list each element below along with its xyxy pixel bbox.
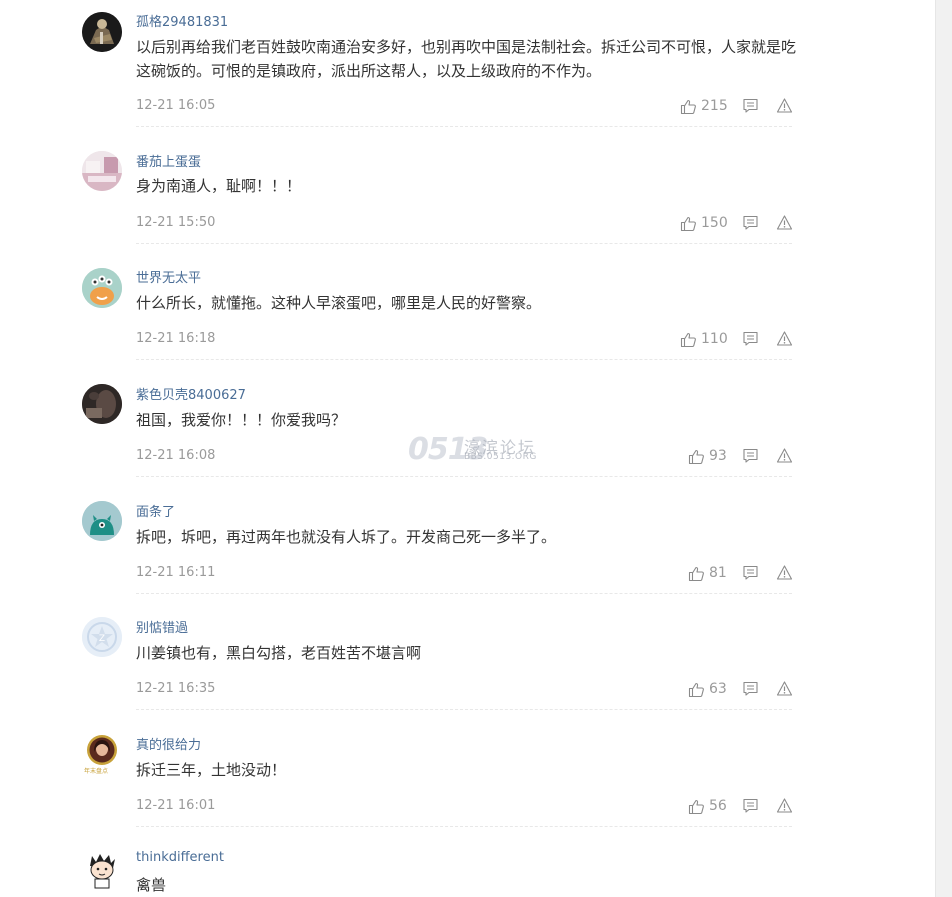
avatar[interactable] xyxy=(82,268,122,308)
reply-icon[interactable] xyxy=(742,97,759,114)
comment-username[interactable]: 世界无太平 xyxy=(136,267,201,286)
avatar-badge-label: 年末盘点 xyxy=(84,768,109,775)
green-monster-avatar-icon xyxy=(82,501,122,541)
like-count: 63 xyxy=(709,681,727,697)
comment-username[interactable]: 孤格29481831 xyxy=(136,11,228,30)
reply-icon[interactable] xyxy=(742,564,759,581)
comment-divider xyxy=(136,709,792,710)
comment-text: 禽兽 xyxy=(136,876,167,894)
comment-divider xyxy=(136,826,792,827)
thumbs-up-icon xyxy=(688,682,704,697)
comment-text: 拆迁三年，土地没动！ xyxy=(136,761,287,779)
comment-divider xyxy=(136,126,792,127)
like-button[interactable]: 63 xyxy=(688,679,727,699)
comment-time: 12-21 16:08 xyxy=(136,448,216,463)
report-icon[interactable] xyxy=(776,447,793,464)
comment-actions: 81 xyxy=(676,563,796,583)
site-watermark: 0513 濠滨论坛 BBS.0513.ORG xyxy=(408,432,568,468)
comment-username[interactable]: 别惦错過 xyxy=(136,617,188,636)
avatar[interactable] xyxy=(82,850,122,890)
thumbs-up-icon xyxy=(680,332,696,347)
vertical-scrollbar[interactable] xyxy=(935,0,952,897)
reply-icon[interactable] xyxy=(742,680,759,697)
comment-time: 12-21 16:05 xyxy=(136,98,216,113)
avatar[interactable]: Z xyxy=(82,617,122,657)
thumbs-up-icon xyxy=(688,799,704,814)
like-count: 150 xyxy=(701,215,728,231)
like-count: 81 xyxy=(709,565,727,581)
thumbs-up-icon xyxy=(688,449,704,464)
comment-text: 身为南通人，耻啊！！！ xyxy=(136,177,302,195)
report-icon[interactable] xyxy=(776,680,793,697)
like-count: 93 xyxy=(709,448,727,464)
comment-username[interactable]: 真的很给力 xyxy=(136,734,201,753)
comment-username[interactable]: 面条了 xyxy=(136,501,175,520)
comment-time: 12-21 16:01 xyxy=(136,798,216,813)
comment-time: 12-21 16:18 xyxy=(136,331,216,346)
cartoon-alien-avatar-icon xyxy=(82,268,122,308)
reply-icon[interactable] xyxy=(742,447,759,464)
like-button[interactable]: 93 xyxy=(688,446,727,466)
avatar[interactable] xyxy=(82,151,122,191)
thumbs-up-icon xyxy=(688,566,704,581)
comment-username[interactable]: 番茄上蛋蛋 xyxy=(136,151,201,170)
comment-divider xyxy=(136,476,792,477)
like-button[interactable]: 81 xyxy=(688,563,727,583)
bedroom-photo-avatar-icon xyxy=(82,151,122,191)
like-count: 56 xyxy=(709,798,727,814)
comment-actions: 150 xyxy=(676,213,796,233)
like-button[interactable]: 110 xyxy=(680,329,728,349)
watermark-logo: 0513 xyxy=(408,432,488,467)
report-icon[interactable] xyxy=(776,214,793,231)
comment-time: 12-21 15:50 xyxy=(136,215,216,230)
report-icon[interactable] xyxy=(776,564,793,581)
reply-icon[interactable] xyxy=(742,330,759,347)
avatar[interactable] xyxy=(82,501,122,541)
like-button[interactable]: 150 xyxy=(680,213,728,233)
comment-actions: 93 xyxy=(676,446,796,466)
like-count: 110 xyxy=(701,331,728,347)
comment-time: 12-21 16:11 xyxy=(136,565,216,580)
default-star-avatar-icon: Z xyxy=(82,617,122,657)
comment-actions: 110 xyxy=(676,329,796,349)
comment-text: 什么所长，就懂拖。这种人早滚蛋吧，哪里是人民的好警察。 xyxy=(136,294,542,312)
reply-icon[interactable] xyxy=(742,797,759,814)
knight-avatar-icon xyxy=(82,12,122,52)
like-count: 215 xyxy=(701,98,728,114)
comment-actions: 215 xyxy=(676,96,796,116)
avatar[interactable] xyxy=(82,384,122,424)
thumbs-up-icon xyxy=(680,99,696,114)
comment-text: 川姜镇也有，黑白勾搭，老百姓苦不堪言啊 xyxy=(136,644,422,662)
report-icon[interactable] xyxy=(776,330,793,347)
comment-divider xyxy=(136,243,792,244)
comment-divider xyxy=(136,593,792,594)
comment-text: 拆吧，坼吧，再过两年也就没有人坼了。开发商己死一多半了。 xyxy=(136,528,557,546)
svg-text:Z: Z xyxy=(99,634,105,644)
comment-time: 12-21 16:35 xyxy=(136,681,216,696)
thumbs-up-icon xyxy=(680,216,696,231)
report-icon[interactable] xyxy=(776,97,793,114)
comment-actions: 56 xyxy=(676,796,796,816)
comment-divider xyxy=(136,359,792,360)
dark-photo-avatar-icon xyxy=(82,384,122,424)
comment-username[interactable]: 紫色贝壳8400627 xyxy=(136,384,246,403)
comment-username[interactable]: thinkdifferent xyxy=(136,850,224,865)
like-button[interactable]: 215 xyxy=(680,96,728,116)
cartoon-boy-avatar-icon xyxy=(82,850,122,890)
report-icon[interactable] xyxy=(776,797,793,814)
avatar[interactable] xyxy=(82,12,122,52)
comment-text: 以后别再给我们老百姓鼓吹南通治安多好，也别再吹中国是法制社会。拆迁公司不可恨，人… xyxy=(136,38,797,80)
comment-text: 祖国，我爱你！！！你爱我吗？ xyxy=(136,411,347,429)
reply-icon[interactable] xyxy=(742,214,759,231)
watermark-name: 濠滨论坛 xyxy=(464,438,537,457)
watermark-url: BBS.0513.ORG xyxy=(464,452,537,462)
like-button[interactable]: 56 xyxy=(688,796,727,816)
comment-actions: 63 xyxy=(676,679,796,699)
